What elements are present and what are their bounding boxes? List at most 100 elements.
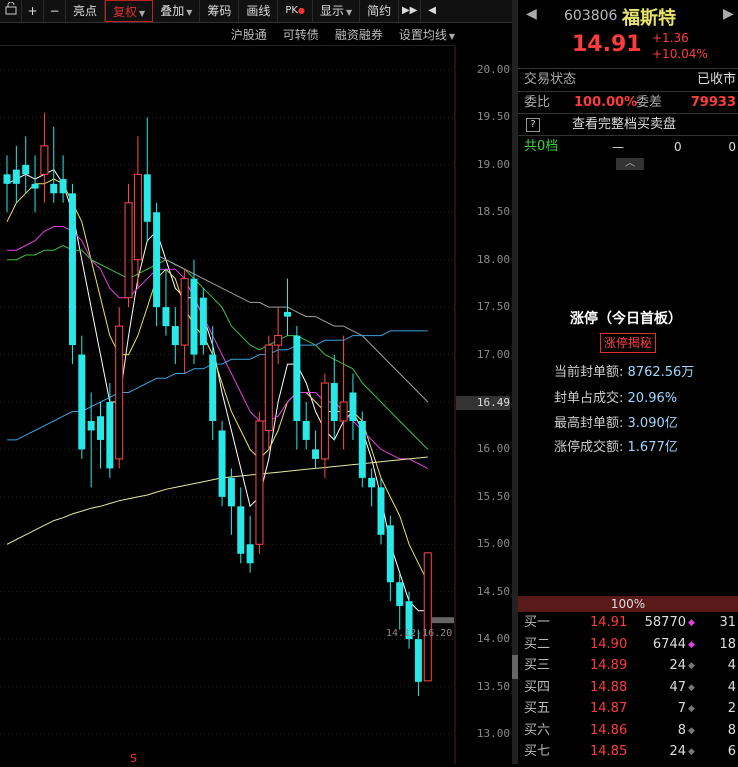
bid-level-label: 买一 (524, 615, 551, 630)
seal-label: 当前封单额: (554, 365, 624, 380)
highlight-button[interactable]: 亮点 (66, 0, 106, 22)
seal-row: 涨停成交额: 1.677亿 (554, 436, 678, 455)
seal-value: 3.090亿 (627, 416, 678, 431)
candle-body (396, 582, 404, 606)
candle-body (274, 335, 283, 346)
candle-body (264, 344, 273, 431)
candle-body (143, 174, 151, 222)
y-tick-label: 19.50 (476, 110, 510, 124)
candle (143, 117, 151, 241)
overlay-dropdown[interactable]: 叠加 ▼ (153, 0, 201, 22)
bid-row[interactable]: 买二 14.90 6744 ◆ 18 (518, 634, 738, 656)
help-icon[interactable]: ? (526, 118, 540, 132)
simple-mode-button[interactable]: 简约 (360, 0, 400, 22)
bid-volume: 58770 (644, 615, 686, 630)
candle (68, 183, 76, 365)
full-book-row[interactable]: ? 查看完整档买卖盘 (518, 114, 738, 136)
bid-price: 14.91 (590, 615, 628, 630)
bid-volume: 24 (669, 658, 686, 673)
candle (423, 552, 432, 682)
fuquan-label: 复权 (113, 5, 138, 19)
bid-level-label: 买六 (524, 722, 551, 738)
candle-body (3, 174, 11, 184)
candle-body (284, 311, 291, 317)
ma-settings-dropdown[interactable]: 设置均线 ▼ (399, 26, 455, 43)
bid-ratio-label: 100% (610, 597, 646, 611)
chips-button[interactable]: 筹码 (200, 0, 240, 22)
bid-order-count: 2 (727, 701, 736, 716)
candle-body (386, 525, 394, 583)
candle-body (68, 193, 76, 346)
pk-label: PK (285, 5, 298, 16)
display-label: 显示 (319, 4, 344, 18)
candle (358, 411, 366, 488)
candle (246, 515, 254, 573)
price-change: +1.36 (652, 31, 689, 45)
highlight-label: 亮点 (73, 4, 98, 18)
order-marker-icon: ◆ (688, 747, 695, 757)
limit-up-reveal-button[interactable]: 涨停揭秘 (600, 333, 657, 353)
event-marker-icon[interactable]: S (130, 752, 137, 765)
trade-state-label: 交易状态 (524, 72, 577, 87)
bid-row[interactable]: 买三 14.89 24 ◆ 4 (518, 655, 738, 677)
fuquan-dropdown[interactable]: 复权 ▼ (105, 0, 154, 22)
y-tick-label: 19.00 (476, 157, 510, 171)
display-dropdown[interactable]: 显示 ▼ (313, 0, 361, 22)
next-arrow-icon[interactable]: ▶ (723, 6, 734, 22)
candle-body (153, 212, 161, 308)
candle-body (50, 183, 58, 194)
level-value-1: 0 (674, 140, 682, 154)
candle (274, 307, 283, 365)
candle (302, 402, 310, 450)
y-tick-label: 18.00 (476, 252, 510, 266)
zoom-out-icon[interactable]: − (44, 0, 66, 22)
kline-svg[interactable]: S (0, 46, 512, 765)
seal-label: 最高封单额: (554, 416, 624, 431)
full-book-link[interactable]: 查看完整档买卖盘 (572, 114, 676, 136)
order-marker-icon: ◆ (688, 661, 695, 671)
bid-volume: 6744 (652, 636, 686, 652)
bid-row[interactable]: 买四 14.88 47 ◆ 4 (518, 677, 738, 699)
kline-chart[interactable]: S (0, 46, 512, 765)
bid-row[interactable]: 买七 14.85 24 ◆ 6 (518, 741, 738, 763)
hk-connect-link[interactable]: 沪股通 (231, 26, 267, 43)
stock-name: 福斯特 (622, 8, 676, 29)
prev-arrow-icon[interactable]: ◀ (526, 6, 537, 22)
margin-trading-link[interactable]: 融资融券 (335, 26, 383, 43)
candle (377, 477, 385, 545)
convertible-bond-link[interactable]: 可转债 (283, 26, 319, 43)
price-change-pct: +10.04% (652, 47, 708, 61)
draw-line-button[interactable]: 画线 (239, 0, 279, 22)
order-marker-icon: ◆ (688, 704, 695, 714)
simple-mode-label: 简约 (367, 4, 392, 18)
candle (31, 155, 39, 213)
lock-icon[interactable] (0, 0, 22, 22)
notification-dot-icon: ● (297, 6, 305, 15)
zoom-in-icon[interactable]: + (22, 0, 44, 22)
bid-row[interactable]: 买五 14.87 7 ◆ 2 (518, 698, 738, 720)
bid-row[interactable]: 买六 14.86 8 ◆ 8 (518, 720, 738, 742)
candle (368, 468, 376, 507)
y-tick-label: 16.00 (476, 442, 510, 456)
candle (199, 288, 207, 355)
candle-body (255, 420, 264, 545)
chevron-up-icon[interactable]: ︿ (616, 158, 644, 170)
candle-body (12, 169, 20, 184)
bid-level-label: 买四 (524, 679, 551, 695)
y-tick-label: 17.50 (476, 300, 510, 314)
pk-button[interactable]: PK● (278, 0, 313, 22)
candle-body (293, 335, 301, 421)
chips-label: 筹码 (207, 4, 232, 18)
expand-right-icon[interactable]: ▶▶ (399, 0, 422, 22)
candle-body (133, 173, 142, 261)
y-tick-label: 15.50 (476, 489, 510, 503)
candle-body (368, 477, 376, 488)
candle-body (87, 420, 95, 431)
bid-row[interactable]: 买一 14.91 58770 ◆ 31 (518, 612, 738, 634)
candle-body (59, 179, 67, 194)
prev-stock-icon[interactable]: ◀ (421, 0, 443, 22)
chevron-down-icon: ▼ (345, 8, 353, 17)
seal-value: 8762.56万 (627, 365, 695, 380)
candle (293, 326, 301, 450)
y-tick-label: 20.00 (476, 63, 510, 76)
